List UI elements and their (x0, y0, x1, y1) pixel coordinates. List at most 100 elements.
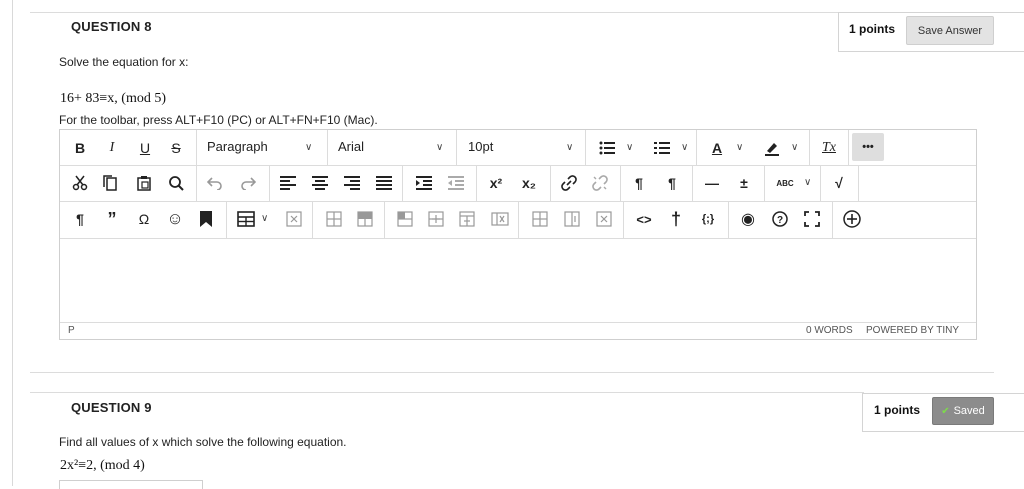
question-9-equation: 2x²≡2, (mod 4) (60, 458, 145, 473)
clear-formatting-icon[interactable]: Tx (817, 136, 841, 160)
points-label-q9: 1 points (874, 403, 921, 417)
chevron-down-icon[interactable]: ∨ (305, 142, 312, 153)
question-9-answer-box[interactable] (59, 480, 203, 489)
cut-icon[interactable] (68, 171, 92, 195)
separator (327, 130, 328, 165)
chevron-down-icon[interactable]: ∨ (681, 142, 688, 153)
left-border (12, 0, 13, 486)
link-icon[interactable] (557, 171, 581, 195)
horizontal-rule-icon[interactable]: — (700, 171, 724, 195)
add-content-icon[interactable] (840, 207, 864, 231)
search-icon[interactable] (164, 171, 188, 195)
separator (518, 201, 519, 238)
paragraph-mark-icon[interactable]: ¶ (68, 207, 92, 231)
delete-row-icon[interactable] (455, 207, 479, 231)
superscript-icon[interactable]: x² (483, 171, 509, 195)
rtl-icon[interactable]: ¶ (660, 171, 684, 195)
font-family-select[interactable]: Arial (338, 139, 364, 154)
separator (832, 201, 833, 238)
question-8-title: QUESTION 8 (71, 19, 152, 34)
math-equation-icon[interactable]: √ (827, 171, 851, 195)
insert-column-icon[interactable] (488, 207, 512, 231)
insert-row-after-icon[interactable] (424, 207, 448, 231)
align-justify-icon[interactable] (372, 171, 396, 195)
toolbar-row-3: ¶ ” Ω ☺ ∨ <> † {;} ◉ ? (60, 201, 976, 239)
anchor-bookmark-icon[interactable] (194, 207, 218, 231)
strikethrough-icon[interactable]: S (164, 136, 188, 160)
source-code-icon[interactable]: <> (632, 207, 656, 231)
italic-icon[interactable]: I (100, 136, 124, 160)
separator (620, 165, 621, 201)
delete-column-icon[interactable] (592, 207, 616, 231)
help-icon[interactable]: ? (768, 207, 792, 231)
chevron-down-icon[interactable]: ∨ (791, 142, 798, 153)
insert-row-before-icon[interactable] (393, 207, 417, 231)
divider-q9-top (30, 392, 864, 393)
chevron-down-icon[interactable]: ∨ (261, 213, 268, 224)
chevron-down-icon[interactable]: ∨ (804, 177, 811, 188)
more-options-icon[interactable]: ••• (852, 133, 884, 161)
element-path[interactable]: P (68, 325, 75, 336)
align-center-icon[interactable] (308, 171, 332, 195)
toolbar-row-1: B I U S Paragraph ∨ Arial ∨ 10pt ∨ ∨ ∨ A… (60, 130, 976, 166)
accessibility-icon[interactable]: † (664, 207, 688, 231)
subscript-icon[interactable]: x₂ (516, 171, 542, 195)
chevron-down-icon[interactable]: ∨ (436, 142, 443, 153)
paste-icon[interactable] (132, 171, 156, 195)
align-right-icon[interactable] (340, 171, 364, 195)
numbered-list-icon[interactable] (650, 136, 674, 160)
redo-icon[interactable] (236, 171, 260, 195)
separator (820, 165, 821, 201)
insert-column-before-icon[interactable] (528, 207, 552, 231)
ltr-icon[interactable]: ¶ (627, 171, 651, 195)
separator (550, 165, 551, 201)
separator (764, 165, 765, 201)
fullscreen-icon[interactable] (800, 207, 824, 231)
copy-icon[interactable] (98, 171, 122, 195)
preview-eye-icon[interactable]: ◉ (736, 207, 760, 231)
separator (623, 201, 624, 238)
bullet-list-icon[interactable] (595, 136, 619, 160)
chevron-down-icon[interactable]: ∨ (736, 142, 743, 153)
underline-icon[interactable]: U (133, 136, 157, 160)
emoji-icon[interactable]: ☺ (163, 207, 187, 231)
code-sample-icon[interactable]: {;} (695, 207, 721, 231)
table-cell-props-icon[interactable] (353, 207, 377, 231)
spellcheck-icon[interactable]: ABC (772, 171, 798, 195)
table-icon[interactable] (234, 207, 258, 231)
indent-icon[interactable] (412, 171, 436, 195)
outdent-icon[interactable] (444, 171, 468, 195)
blockquote-icon[interactable]: ” (100, 207, 124, 231)
unlink-icon[interactable] (588, 171, 612, 195)
question-8-prompt: Solve the equation for x: (59, 55, 189, 69)
word-count[interactable]: 0 WORDS (806, 325, 853, 336)
powered-by-tiny[interactable]: POWERED BY TINY (866, 325, 959, 336)
delete-table-icon[interactable] (282, 207, 306, 231)
separator (196, 130, 197, 165)
chevron-down-icon[interactable]: ∨ (566, 142, 573, 153)
saved-status-button[interactable]: ✔ Saved (932, 397, 994, 425)
undo-icon[interactable] (203, 171, 227, 195)
separator (858, 165, 859, 201)
bold-icon[interactable]: B (68, 136, 92, 160)
save-answer-button[interactable]: Save Answer (906, 16, 994, 45)
editor-content-area[interactable] (60, 239, 976, 321)
separator (585, 130, 586, 165)
special-character-icon[interactable]: Ω (132, 207, 156, 231)
separator (402, 165, 403, 201)
insert-plusminus-icon[interactable]: ± (732, 171, 756, 195)
divider-between-questions (30, 372, 994, 373)
table-row-props-icon[interactable] (322, 207, 346, 231)
separator (809, 130, 810, 165)
chevron-down-icon[interactable]: ∨ (626, 142, 633, 153)
paragraph-format-select[interactable]: Paragraph (207, 139, 268, 154)
insert-column-after-icon[interactable] (560, 207, 584, 231)
separator (476, 165, 477, 201)
font-size-select[interactable]: 10pt (468, 139, 493, 154)
divider-top (30, 12, 840, 13)
text-color-icon[interactable]: A (705, 136, 729, 160)
separator (384, 201, 385, 238)
highlight-color-icon[interactable] (760, 136, 784, 160)
question-9-prompt: Find all values of x which solve the fol… (59, 435, 347, 449)
align-left-icon[interactable] (276, 171, 300, 195)
